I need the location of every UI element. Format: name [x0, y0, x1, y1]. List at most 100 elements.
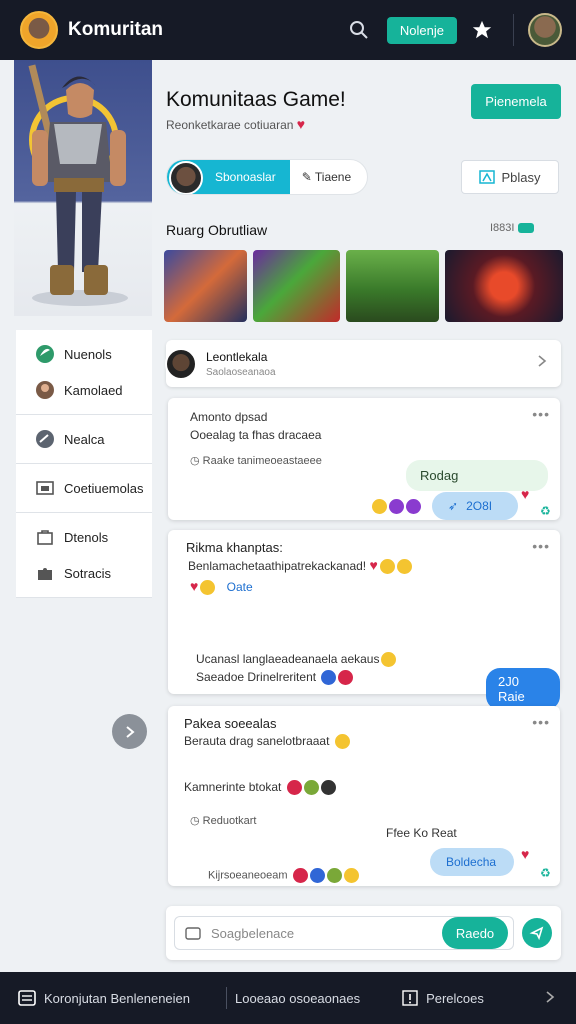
- sidebar-item-label: Sotracis: [64, 565, 111, 581]
- reactions[interactable]: [370, 498, 421, 516]
- share-icon: ➶: [448, 499, 459, 513]
- sidebar-item-label: Kamolaed: [64, 382, 123, 398]
- page-subtitle: Reonketkarae cotiuaran ♥: [166, 116, 306, 132]
- bottom-right-label: Perelcoes: [426, 990, 484, 1006]
- gallery-thumbnail[interactable]: [445, 250, 563, 322]
- bottom-bar: Koronjutan Benleneneien Looeaao osoeaona…: [0, 972, 576, 1024]
- top-bar: Komuritan Nolenje: [0, 0, 576, 60]
- tab-other-label: Tiaene: [314, 170, 352, 184]
- user-avatar[interactable]: [528, 13, 562, 47]
- post-meta: ◷ Reduotkart: [190, 815, 257, 827]
- post-text: Ucanasl langlaeadeanaela aekaus: [196, 652, 397, 668]
- play-button[interactable]: Pblasy: [461, 160, 559, 194]
- image-icon: [34, 477, 56, 499]
- alert-icon: [402, 990, 418, 1006]
- gauge-icon: [34, 428, 56, 450]
- more-options-icon[interactable]: •••: [532, 406, 550, 422]
- post-title: Pakea soeealas: [184, 716, 277, 731]
- sidebar-item-label: Coetiuemolas: [64, 480, 144, 496]
- play-icon: [479, 170, 496, 184]
- page-title: Komunitaas Game!: [166, 88, 346, 111]
- notice-title: Leontlekala: [206, 349, 268, 364]
- avatar: [165, 347, 197, 380]
- bag-icon: [34, 526, 56, 548]
- header-divider: [513, 14, 514, 46]
- heart-icon[interactable]: ♥: [521, 846, 529, 862]
- play-label: Pblasy: [501, 169, 541, 185]
- join-button[interactable]: Nolenje: [386, 16, 457, 44]
- bottom-item-left[interactable]: Koronjutan Benleneneien: [18, 990, 190, 1006]
- sidebar-group-2: Nealca: [16, 415, 152, 464]
- recycle-icon[interactable]: ♻: [540, 866, 551, 880]
- sidebar-item-label: Dtenols: [64, 529, 109, 545]
- badge-icon: [518, 223, 535, 233]
- gallery-meta: I883I: [490, 222, 535, 234]
- attach-icon: [185, 925, 201, 944]
- sidebar-item-dtenols[interactable]: Dtenols: [16, 519, 152, 555]
- puzzle-icon: [34, 562, 56, 584]
- notice-subtitle: Saolaoseanaoa: [206, 366, 276, 378]
- reaction-row[interactable]: ♥ Oate: [190, 578, 253, 596]
- heart-icon[interactable]: ♥: [521, 486, 529, 502]
- sidebar-group-3: Coetiuemolas: [16, 464, 152, 513]
- sidebar-expand-button[interactable]: [112, 714, 147, 749]
- sidebar-group-1: Nuenols Kamolaed: [16, 330, 152, 415]
- more-options-icon[interactable]: •••: [532, 538, 550, 554]
- clock-icon: ◷: [190, 815, 203, 827]
- bottom-left-label: Koronjutan Benleneneien: [44, 990, 191, 1006]
- tab-other[interactable]: ✎ Tiaene: [290, 170, 351, 184]
- gallery-title: Ruarg Obrutliaw: [166, 222, 268, 238]
- post-text: Saeadoe Drinelreritent: [196, 670, 354, 686]
- post-footer: Kijrsoeaneoeam: [208, 868, 359, 883]
- composer: Soagbelenace Raedo: [166, 906, 561, 960]
- sidebar-item-coetiuemolas[interactable]: Coetiuemolas: [16, 470, 152, 506]
- post-action-button[interactable]: ➶ 2O8I: [432, 492, 518, 520]
- sidebar-item-label: Nuenols: [64, 346, 112, 362]
- edit-icon: ✎: [301, 170, 315, 184]
- post-meta: ◷ Raake tanimeoeastaeee: [190, 455, 322, 467]
- menu-icon: [18, 990, 36, 1006]
- sidebar-item-kamolaed[interactable]: Kamolaed: [16, 372, 152, 408]
- gallery-thumbnail[interactable]: [253, 250, 340, 322]
- tab-bar: Sbonoaslar ✎ Tiaene: [166, 159, 368, 195]
- chevron-right-icon[interactable]: [544, 990, 556, 1007]
- gallery-thumbnails: [164, 250, 563, 322]
- search-icon[interactable]: [345, 16, 373, 44]
- sidebar-item-sotracis[interactable]: Sotracis: [16, 555, 152, 591]
- more-options-icon[interactable]: •••: [532, 714, 550, 730]
- post-title: Amonto dpsad: [190, 410, 268, 424]
- sidebar: Nuenols Kamolaed Nealca Coetiuemolas Dte…: [16, 330, 152, 598]
- post-title: Rikma khanptas:: [186, 540, 283, 555]
- reply-text: Ffee Ko Reat: [386, 826, 457, 840]
- app-logo[interactable]: [20, 11, 58, 49]
- post-text: Berauta drag sanelotbraaat: [184, 734, 350, 750]
- clock-icon: ◷: [190, 455, 203, 467]
- message-placeholder: Soagbelenace: [211, 925, 295, 941]
- post-text: Benlamachetaathipatrekackanad! ♥: [188, 557, 412, 575]
- post-action-button[interactable]: Boldecha: [430, 848, 514, 876]
- post-action-button[interactable]: 2J0 Raie: [486, 668, 560, 710]
- gallery-thumbnail[interactable]: [346, 250, 439, 322]
- recycle-icon[interactable]: ♻: [540, 504, 551, 518]
- tab-active[interactable]: Sbonoaslar: [167, 160, 290, 194]
- star-icon[interactable]: [469, 17, 495, 43]
- post-card: ••• Pakea soeealas Berauta drag sanelotb…: [168, 706, 560, 886]
- sidebar-group-4: Dtenols Sotracis: [16, 513, 152, 598]
- notice-row[interactable]: Leontlekala Saolaoseanaoa: [165, 340, 561, 387]
- bottom-item-middle[interactable]: Looeaao osoeaonaes: [235, 991, 360, 1006]
- send-button[interactable]: Raedo: [442, 917, 508, 949]
- sidebar-item-label: Nealca: [64, 431, 105, 447]
- app-title: Komuritan: [68, 19, 163, 40]
- hero-character-art: [14, 60, 152, 316]
- gallery-thumbnail[interactable]: [164, 250, 247, 322]
- sidebar-item-nealca[interactable]: Nealca: [16, 421, 152, 457]
- bottom-middle-label: Looeaao osoeaonaes: [235, 990, 361, 1006]
- bottom-item-right[interactable]: Perelcoes: [402, 990, 484, 1006]
- tab-active-label: Sbonoaslar: [215, 170, 276, 184]
- chevron-right-icon: [125, 725, 135, 738]
- share-icon[interactable]: [522, 918, 552, 948]
- reaction-label: Oate: [226, 580, 253, 594]
- user-avatar-icon: [34, 379, 56, 401]
- cta-button[interactable]: Pienemela: [471, 84, 561, 119]
- sidebar-item-nuenols[interactable]: Nuenols: [16, 336, 152, 372]
